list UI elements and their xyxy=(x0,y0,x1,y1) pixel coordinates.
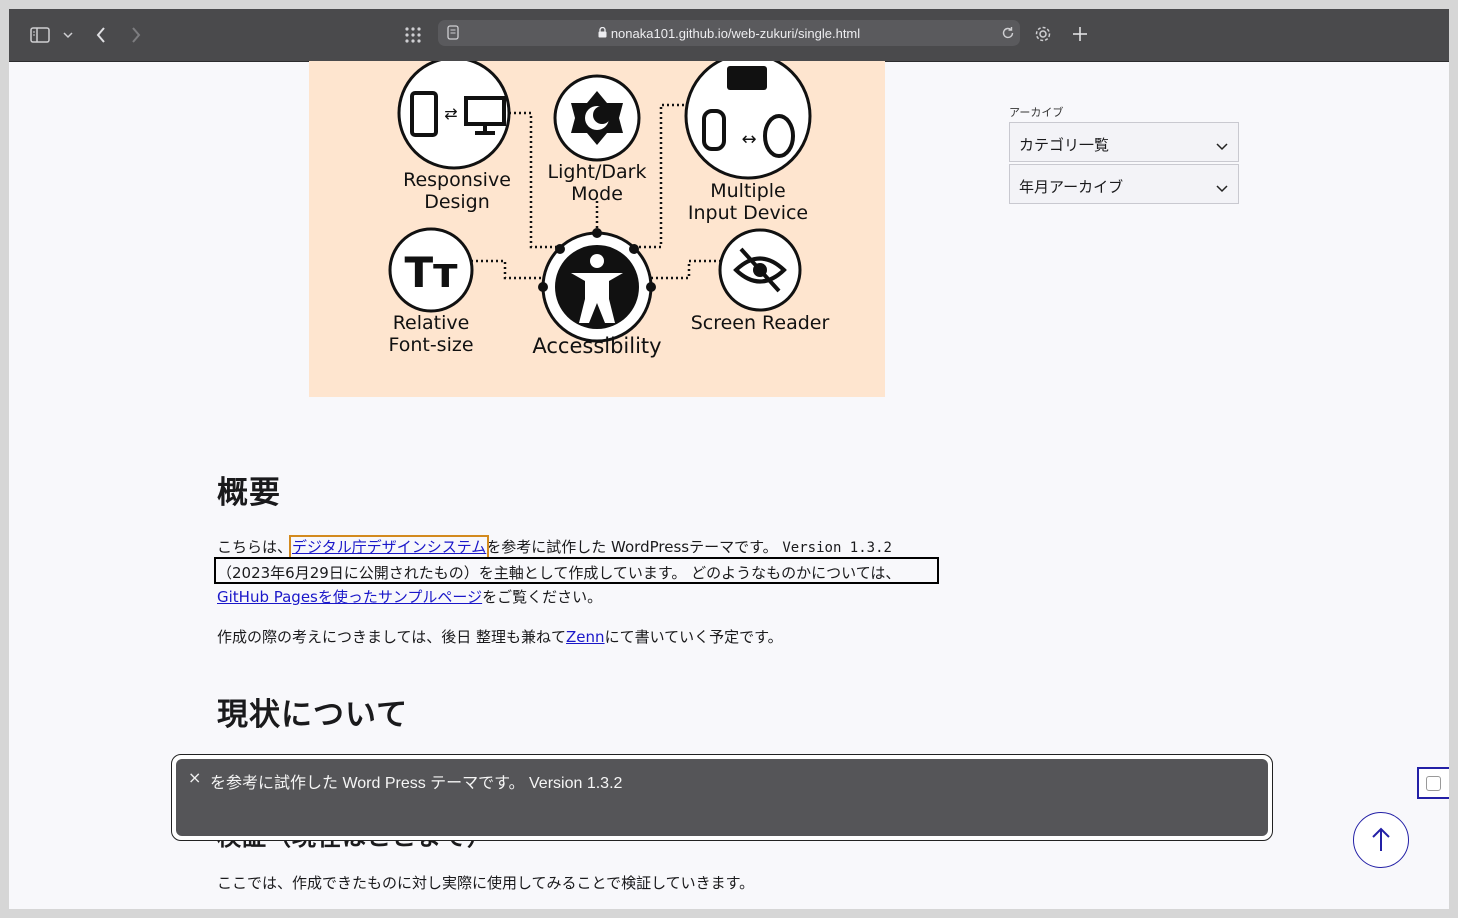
hero-label: Multiple xyxy=(710,180,785,202)
responsive-design-icon: ⇄ xyxy=(397,61,511,170)
github-pages-sample-link[interactable]: GitHub Pagesを使ったサンプルページ xyxy=(217,588,482,606)
chevron-down-icon[interactable] xyxy=(63,31,73,39)
sidebar-toggle-icon[interactable] xyxy=(30,27,50,43)
url-text: nonaka101.github.io/web-zukuri/single.ht… xyxy=(438,26,1020,41)
digital-agency-design-system-link[interactable]: デジタル庁デザインシステム xyxy=(289,535,490,559)
text: にて書いていく予定です。 xyxy=(604,628,783,646)
zenn-paragraph: 作成の際の考えにつきましては、後日 整理も兼ねてZennにて書いていく予定です。 xyxy=(217,626,783,647)
overview-paragraph-line2: （2023年6月29日に公開されたもの）を主軸として作成しています。 どのような… xyxy=(217,564,901,582)
multiple-input-device-icon: ↔ xyxy=(684,61,812,180)
screen-reader-icon xyxy=(718,228,802,312)
text: こちらは、 xyxy=(217,538,293,556)
reload-icon[interactable] xyxy=(1001,26,1015,40)
checkbox[interactable] xyxy=(1426,776,1441,791)
relative-font-size-icon: Tт xyxy=(388,227,474,313)
text: をご覧ください。 xyxy=(482,588,603,606)
hero-image: ⇄ Responsive Design Light/Dark Mode ↔ Mu… xyxy=(309,61,885,397)
browser-window: nonaka101.github.io/web-zukuri/single.ht… xyxy=(9,9,1449,909)
address-bar[interactable]: nonaka101.github.io/web-zukuri/single.ht… xyxy=(438,20,1020,46)
verify-paragraph: ここでは、作成できたものに対し実際に使用してみることで検証していきます。 xyxy=(217,874,755,892)
svg-text:⇄: ⇄ xyxy=(444,104,457,123)
url-value: nonaka101.github.io/web-zukuri/single.ht… xyxy=(610,26,861,41)
hero-label: Relative xyxy=(393,312,470,334)
browser-toolbar: nonaka101.github.io/web-zukuri/single.ht… xyxy=(9,9,1449,62)
overview-paragraph-line3: GitHub Pagesを使ったサンプルページをご覧ください。 xyxy=(217,586,602,607)
voiceover-caption-panel: × を参考に試作した Word Press テーマです。 Version 1.3… xyxy=(171,754,1273,841)
edge-checkbox-widget[interactable] xyxy=(1417,767,1449,799)
hero-label: Accessibility xyxy=(532,334,661,358)
accordion-monthly-archive[interactable]: 年月アーカイブ xyxy=(1009,164,1239,204)
lock-icon xyxy=(598,26,607,41)
new-tab-icon[interactable] xyxy=(1072,26,1088,42)
hero-label: Screen Reader xyxy=(691,312,830,334)
accordion-categories[interactable]: カテゴリ一覧 xyxy=(1009,122,1239,162)
hero-label: Input Device xyxy=(688,202,808,224)
version-code: Version 1.3.2 xyxy=(782,540,892,556)
arrow-up-icon xyxy=(1372,827,1390,851)
tab-overview-icon[interactable] xyxy=(404,26,422,44)
overview-paragraph-line1: こちらは、デジタル庁デザインシステムを参考に試作した WordPressテーマで… xyxy=(217,535,892,559)
status-heading: 現状について xyxy=(217,697,409,733)
svg-text:Tт: Tт xyxy=(405,248,459,297)
accessibility-icon xyxy=(538,228,656,343)
chevron-down-icon xyxy=(1216,136,1228,155)
overview-heading: 概要 xyxy=(217,475,281,511)
hero-label: Mode xyxy=(571,183,623,205)
close-icon[interactable]: × xyxy=(188,768,201,787)
caption-text: を参考に試作した Word Press テーマです。 Version 1.3.2 xyxy=(210,775,623,792)
svg-text:↔: ↔ xyxy=(741,129,756,150)
accordion-label: 年月アーカイブ xyxy=(1019,178,1124,196)
light-dark-mode-icon xyxy=(553,74,641,162)
hero-label: Design xyxy=(424,191,490,213)
text: を参考に試作した WordPressテーマです。 xyxy=(486,538,778,556)
hero-label: Responsive xyxy=(403,169,511,191)
accordion-label: カテゴリ一覧 xyxy=(1019,136,1110,154)
zenn-link[interactable]: Zenn xyxy=(566,628,605,646)
caption-body: × を参考に試作した Word Press テーマです。 Version 1.3… xyxy=(176,759,1268,836)
hero-label: Light/Dark xyxy=(548,161,647,183)
forward-icon[interactable] xyxy=(130,26,142,44)
gear-icon[interactable] xyxy=(1034,25,1052,43)
hero-label: Font-size xyxy=(388,334,473,356)
back-to-top-button[interactable] xyxy=(1353,812,1409,868)
chevron-down-icon xyxy=(1216,178,1228,197)
back-icon[interactable] xyxy=(95,26,107,44)
sidebar-title: アーカイブ xyxy=(1009,107,1064,119)
text: 作成の際の考えにつきましては、後日 整理も兼ねて xyxy=(217,628,567,646)
